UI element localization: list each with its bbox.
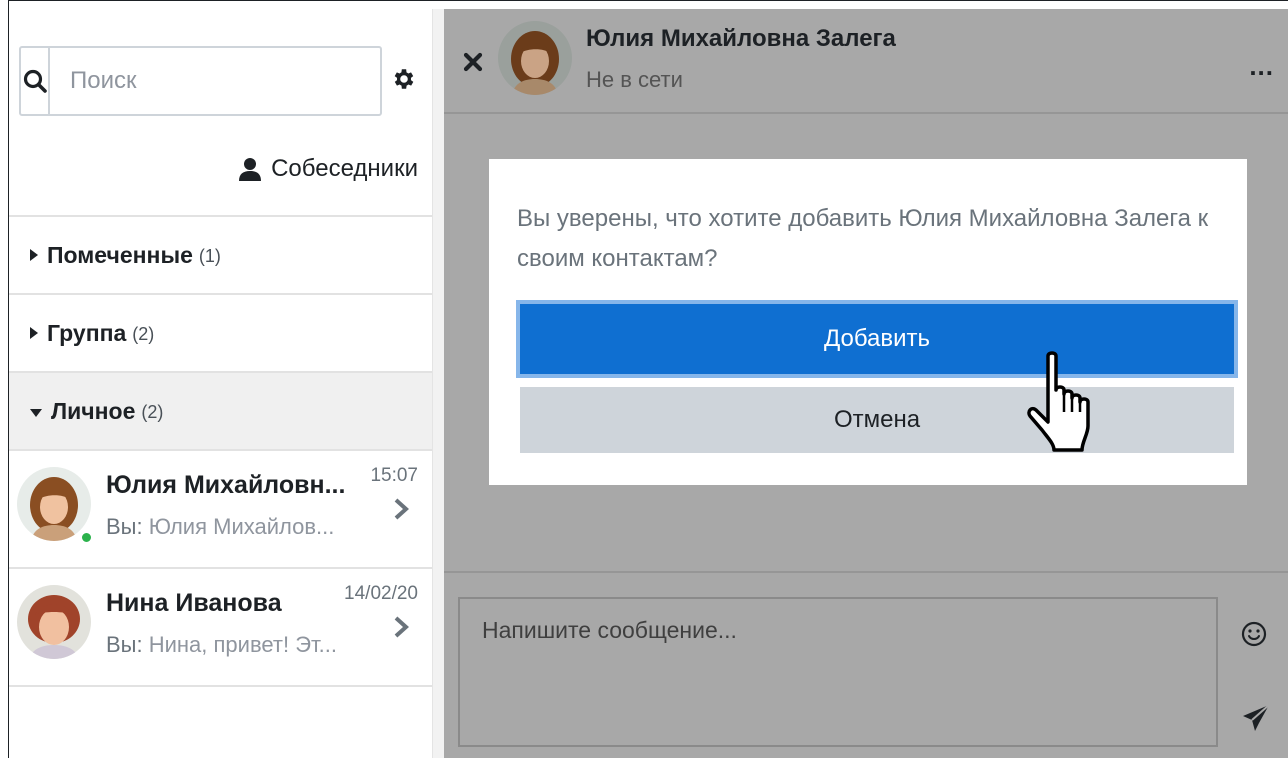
chat-panel: Юлия Михайловна Залега Не в сети ... Вы …	[444, 9, 1288, 758]
section-group-count: (2)	[132, 323, 155, 344]
chevron-right-icon	[394, 498, 409, 520]
send-icon[interactable]	[1241, 703, 1271, 733]
preview-sender: Вы:	[106, 514, 143, 539]
add-contact-button[interactable]: Добавить	[516, 300, 1238, 378]
conversation-time: 14/02/20	[344, 583, 418, 604]
contacts-link[interactable]: Собеседники	[239, 155, 418, 183]
left-panel-scrollbar[interactable]	[432, 9, 444, 758]
confirm-add-contact-dialog: Вы уверены, что хотите добавить Юлия Мих…	[489, 159, 1247, 485]
section-group[interactable]: Группа (2)	[9, 295, 434, 373]
preview-text: Юлия Михайлов...	[148, 514, 335, 539]
emoji-icon[interactable]	[1239, 619, 1269, 649]
avatar	[498, 21, 572, 95]
section-starred-count: (1)	[198, 245, 221, 266]
search-row	[9, 9, 434, 127]
preview-text: Нина, привет! Эт...	[148, 632, 337, 657]
search-box	[19, 46, 382, 116]
section-starred-label: Помеченные	[47, 241, 193, 268]
composer-area	[444, 571, 1288, 758]
conversations-panel: Собеседники Помеченные (1) Группа (2) Ли…	[9, 9, 434, 758]
settings-gear-icon[interactable]	[389, 64, 419, 94]
conversation-time: 15:07	[370, 465, 418, 486]
message-input[interactable]	[458, 597, 1218, 747]
section-starred[interactable]: Помеченные (1)	[9, 217, 434, 295]
caret-right-icon	[29, 242, 39, 268]
conversation-item[interactable]: Нина Иванова 14/02/20 Вы: Нина, привет! …	[9, 569, 434, 687]
section-group-label: Группа	[47, 319, 127, 346]
conversation-name: Юлия Михайловн...	[106, 471, 346, 499]
avatar	[17, 467, 91, 541]
caret-down-icon	[29, 398, 43, 424]
conversation-preview: Вы: Нина, привет! Эт...	[106, 632, 378, 658]
window-top-border	[8, 0, 1288, 9]
conversation-preview: Вы: Юлия Михайлов...	[106, 514, 378, 540]
more-options-button[interactable]: ...	[1249, 51, 1274, 82]
close-icon[interactable]	[460, 49, 486, 75]
conversation-name: Нина Иванова	[106, 589, 282, 617]
contacts-link-label: Собеседники	[271, 155, 418, 182]
conversation-item[interactable]: Юлия Михайловн... 15:07 Вы: Юлия Михайло…	[9, 451, 434, 569]
section-private-count: (2)	[141, 401, 164, 422]
chat-contact-status: Не в сети	[586, 67, 683, 92]
contacts-row: Собеседники	[9, 127, 434, 217]
avatar	[17, 585, 91, 659]
preview-sender: Вы:	[106, 632, 143, 657]
dialog-message: Вы уверены, что хотите добавить Юлия Мих…	[517, 205, 1209, 272]
search-icon[interactable]	[21, 48, 50, 114]
online-indicator	[80, 531, 93, 544]
chat-header: Юлия Михайловна Залега Не в сети ...	[444, 9, 1288, 114]
caret-right-icon	[29, 320, 39, 346]
chevron-right-icon	[394, 616, 409, 638]
cancel-button[interactable]: Отмена	[520, 387, 1234, 453]
chat-contact-name: Юлия Михайловна Залега	[586, 25, 896, 52]
search-input[interactable]	[50, 48, 380, 114]
section-private[interactable]: Личное (2)	[9, 373, 434, 451]
user-icon	[239, 158, 262, 181]
section-private-label: Личное	[51, 397, 136, 424]
